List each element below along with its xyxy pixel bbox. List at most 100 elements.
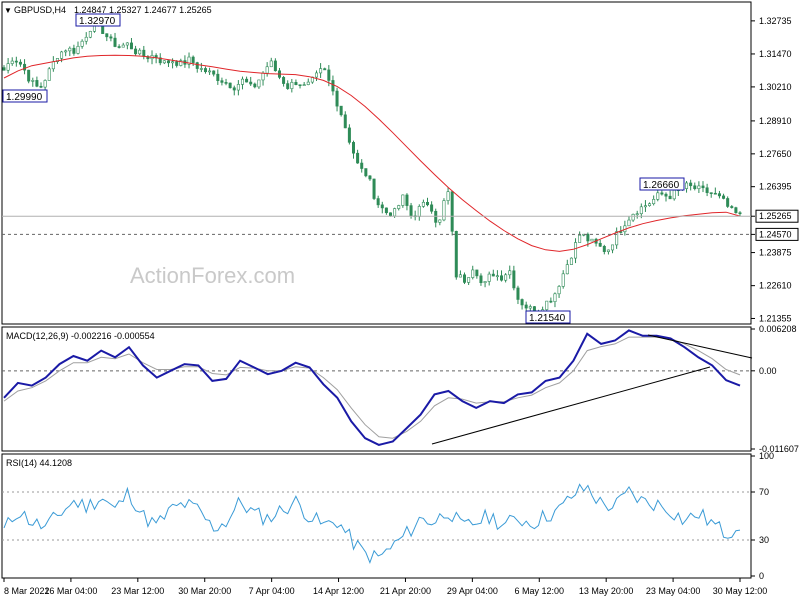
candle-body	[84, 36, 88, 42]
candle-body	[64, 50, 68, 53]
dropdown-arrow-icon[interactable]: ▼	[4, 6, 12, 15]
callout-label: 1.21540	[529, 313, 566, 324]
candle-body	[471, 269, 475, 278]
candle-body	[47, 68, 51, 81]
candle-body	[224, 82, 228, 84]
time-axis-label: 21 Apr 20:00	[380, 586, 431, 596]
candle-body	[627, 219, 631, 227]
candle-body	[730, 206, 734, 208]
candle-body	[598, 242, 602, 247]
candle-body	[549, 300, 553, 303]
price-axis-label: 1.22610	[759, 281, 792, 291]
macd-panel-frame	[1, 326, 752, 452]
candle	[442, 198, 446, 222]
candle-body	[590, 238, 594, 242]
candle-body	[569, 257, 573, 265]
price-panel-frame	[1, 1, 752, 325]
price-title: GBPUSD,H4	[14, 5, 66, 15]
candle-body	[586, 233, 590, 242]
time-axis-label: 6 May 12:00	[515, 586, 565, 596]
candle-body	[380, 204, 384, 209]
candle-body	[195, 62, 199, 69]
price-callout: 1.32970	[75, 13, 121, 27]
candle	[47, 66, 51, 81]
callout-label: 1.26660	[643, 180, 680, 191]
candle-body	[508, 270, 512, 276]
candle-body	[286, 83, 290, 89]
candle-body	[290, 82, 294, 89]
candle-body	[105, 33, 109, 38]
candle-body	[656, 192, 660, 200]
candle-body	[199, 68, 203, 70]
candle-body	[384, 207, 388, 214]
candle-body	[434, 210, 438, 223]
price-callout: 1.29990	[2, 89, 48, 103]
candle-body	[421, 201, 425, 207]
candle	[364, 168, 368, 178]
rsi-axis-label: 70	[759, 487, 769, 497]
candle-body	[438, 219, 442, 223]
candle-body	[351, 142, 355, 154]
candle-body	[43, 80, 47, 88]
candle-body	[504, 274, 508, 281]
candle-body	[524, 304, 528, 309]
candle-body	[331, 80, 335, 92]
candle-body	[257, 79, 261, 88]
candle-body	[631, 213, 635, 221]
candle-body	[685, 182, 689, 189]
candle-body	[216, 73, 220, 81]
candle-body	[117, 46, 121, 48]
candle-body	[142, 49, 146, 57]
candle-body	[689, 182, 693, 187]
candle-body	[726, 198, 730, 207]
price-axis-label: 1.28910	[759, 116, 792, 126]
time-axis-label: 23 Mar 12:00	[111, 586, 164, 596]
candle-body	[220, 80, 224, 83]
candle-body	[302, 84, 306, 86]
candle-body	[298, 84, 302, 87]
candle-body	[516, 287, 520, 300]
candle-body	[125, 42, 129, 46]
candle-body	[364, 168, 368, 177]
candle-body	[10, 60, 14, 64]
candle-body	[693, 185, 697, 189]
candle-body	[68, 47, 72, 52]
candle-body	[212, 70, 216, 75]
candle-body	[717, 193, 721, 197]
candle-body	[171, 61, 175, 64]
time-axis-label: 14 Apr 12:00	[313, 586, 364, 596]
candle-body	[253, 83, 257, 88]
candle-body	[668, 195, 672, 200]
candle-body	[487, 273, 491, 282]
candle-body	[491, 273, 495, 277]
candle-body	[734, 207, 738, 214]
macd-title: MACD(12,26,9) -0.002216 -0.000554	[6, 331, 155, 341]
candle-body	[578, 234, 582, 243]
candle-body	[51, 61, 55, 70]
candle-body	[643, 205, 647, 208]
candle-body	[273, 60, 277, 72]
candle-body	[232, 87, 236, 91]
candle-body	[138, 49, 142, 55]
candle-body	[203, 68, 207, 73]
candle-body	[134, 48, 138, 55]
candle-body	[6, 63, 10, 71]
candle-body	[574, 242, 578, 259]
candle-body	[208, 70, 212, 73]
candle-body	[2, 67, 6, 71]
candle-body	[335, 90, 339, 107]
price-axis-label: 1.30210	[759, 82, 792, 92]
candle	[88, 30, 92, 39]
price-axis-label: 1.26395	[759, 182, 792, 192]
candle-body	[372, 178, 376, 199]
candle-body	[397, 205, 401, 209]
price-title-group: ▼ GBPUSD,H4 1.24847 1.25327 1.24677 1.25…	[4, 5, 212, 15]
candle-body	[191, 56, 195, 63]
candle-body	[80, 40, 84, 47]
candle-body	[14, 60, 18, 63]
candle-body	[561, 273, 565, 287]
candle-body	[76, 46, 80, 54]
candle-body	[417, 206, 421, 217]
candle-body	[635, 213, 639, 216]
price-axis-label: 1.31470	[759, 49, 792, 59]
